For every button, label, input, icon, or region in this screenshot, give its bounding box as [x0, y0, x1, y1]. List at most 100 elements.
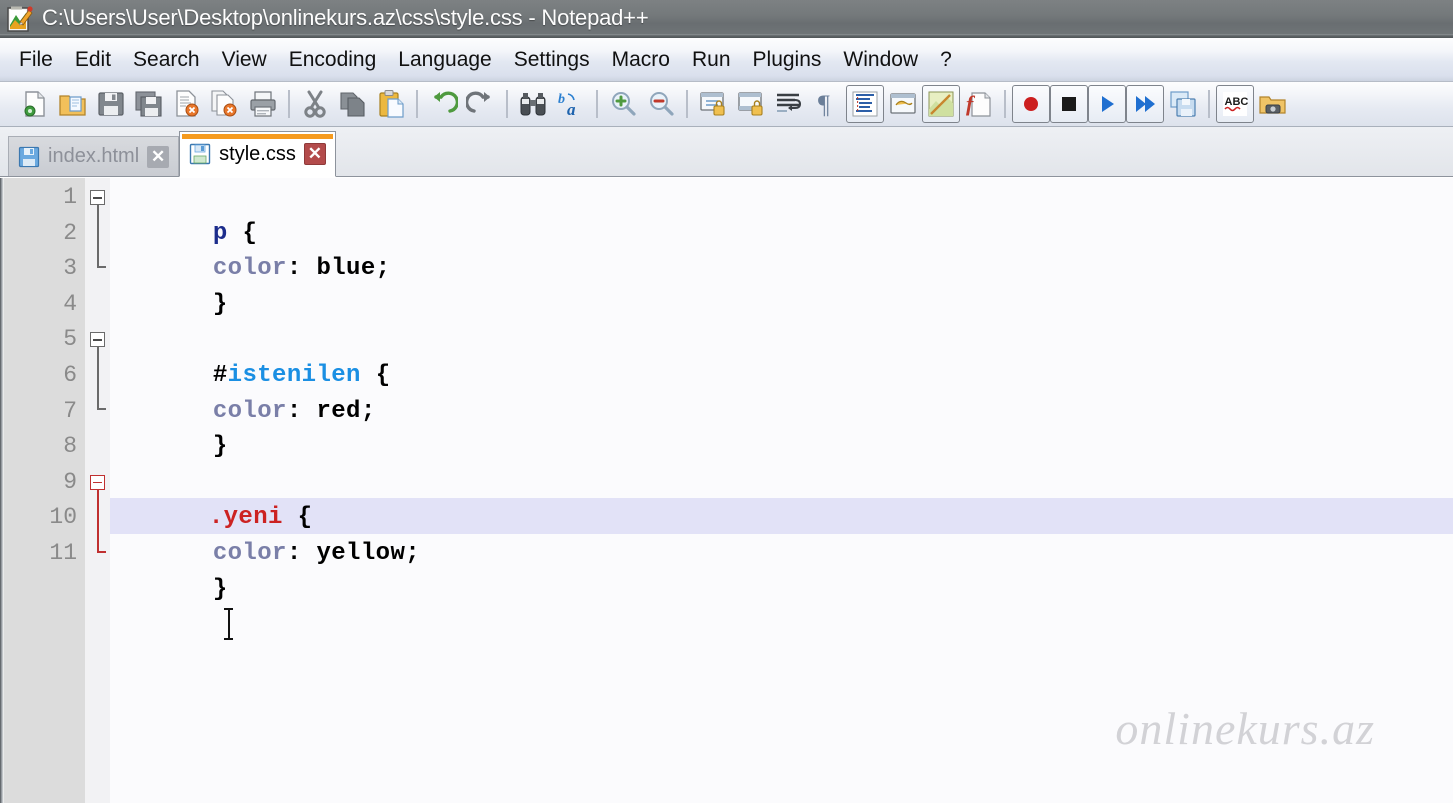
title-bar: C:\Users\User\Desktop\onlinekurs.az\css\…: [0, 0, 1453, 38]
editor-left-edge: [0, 178, 4, 803]
token: {: [375, 361, 391, 389]
svg-text:b: b: [558, 92, 565, 107]
redo-arrow-icon[interactable]: [462, 85, 500, 123]
svg-text:a: a: [567, 100, 576, 119]
floppy-disk-icon: [18, 146, 40, 168]
menu-encoding[interactable]: Encoding: [278, 46, 388, 74]
fold-connector-1: [97, 205, 99, 266]
notepad-plus-plus-window: C:\Users\User\Desktop\onlinekurs.az\css\…: [0, 0, 1453, 803]
line-number: 10: [49, 504, 77, 531]
close-all-files-icon[interactable]: [206, 85, 244, 123]
play-macro-icon[interactable]: [1088, 85, 1126, 123]
toolbar-separator: [506, 90, 508, 118]
close-x-icon[interactable]: ✕: [147, 145, 170, 168]
copy-icon[interactable]: [334, 85, 372, 123]
menu-language[interactable]: Language: [387, 46, 502, 74]
stop-macro-icon[interactable]: [1050, 85, 1088, 123]
zoom-out-icon[interactable]: [642, 85, 680, 123]
line-number: 7: [63, 397, 77, 424]
fold-foot-1: [97, 266, 106, 268]
open-folder-icon[interactable]: [54, 85, 92, 123]
token: yellow: [316, 539, 406, 567]
function-list-icon[interactable]: f: [960, 85, 998, 123]
record-macro-icon[interactable]: [1012, 85, 1050, 123]
user-defined-dialog-icon[interactable]: [884, 85, 922, 123]
line-number: 3: [63, 255, 77, 282]
run-multiple-macro-icon[interactable]: [1126, 85, 1164, 123]
token: :: [286, 539, 317, 567]
token: blue: [316, 255, 376, 283]
sync-vertical-scroll-icon[interactable]: [694, 85, 732, 123]
menu-file[interactable]: File: [8, 46, 64, 74]
notepad-plus-plus-icon: [6, 5, 33, 33]
save-icon[interactable]: [92, 85, 130, 123]
toolbar-separator: [1004, 90, 1006, 118]
mouse-text-cursor-icon: [224, 608, 233, 640]
line-number: 11: [49, 540, 77, 566]
toolbar-separator: [596, 90, 598, 118]
menu-bar: File Edit Search View Encoding Language …: [0, 38, 1453, 82]
show-all-chars-pilcrow-icon[interactable]: ¶: [808, 85, 846, 123]
new-file-icon[interactable]: [16, 85, 54, 123]
line-number: 5: [63, 326, 77, 353]
fold-marker-collapse-line-9[interactable]: [90, 474, 105, 490]
zoom-in-icon[interactable]: [604, 85, 642, 123]
toolbar: b a ¶ f ABC: [0, 82, 1453, 127]
menu-settings[interactable]: Settings: [503, 46, 601, 74]
floppy-disk-icon: [189, 143, 211, 165]
print-icon[interactable]: [244, 85, 282, 123]
paste-clipboard-icon[interactable]: [372, 85, 410, 123]
find-binoculars-icon[interactable]: [514, 85, 552, 123]
menu-run[interactable]: Run: [681, 46, 742, 74]
indent-guide-icon[interactable]: [846, 85, 884, 123]
save-all-icon[interactable]: [130, 85, 168, 123]
run-external-icon[interactable]: [1254, 85, 1292, 123]
menu-edit[interactable]: Edit: [64, 46, 122, 74]
token: }: [212, 290, 228, 318]
toolbar-separator: [686, 90, 688, 118]
fold-marker-collapse-line-1[interactable]: [90, 190, 105, 205]
toolbar-separator: [416, 90, 418, 118]
fold-foot-2: [97, 408, 106, 411]
tab-bar: index.html ✕ style.css ✕: [0, 127, 1453, 177]
token: :: [286, 397, 317, 425]
line-number: 4: [63, 290, 77, 317]
svg-text:¶: ¶: [818, 90, 830, 119]
sync-horizontal-scroll-icon[interactable]: [732, 85, 770, 123]
code-editor[interactable]: 1 2 3 4 5 6 7 8 9 10 11 p { color: blue;…: [0, 177, 1453, 803]
line-number: 2: [63, 219, 77, 246]
spell-check-abc-icon[interactable]: ABC: [1216, 85, 1254, 123]
save-macro-icon[interactable]: [1164, 85, 1202, 123]
menu-window[interactable]: Window: [832, 46, 929, 74]
menu-plugins[interactable]: Plugins: [742, 46, 833, 74]
replace-icon[interactable]: b a: [552, 85, 590, 123]
close-x-icon[interactable]: ✕: [303, 143, 326, 165]
watermark-text: onlinekurs.az: [1115, 703, 1375, 754]
tab-style-css[interactable]: style.css ✕: [179, 131, 336, 177]
cut-scissors-icon[interactable]: [296, 85, 334, 123]
toolbar-separator: [1208, 90, 1210, 118]
token: }: [212, 575, 228, 603]
close-file-icon[interactable]: [168, 85, 206, 123]
fold-connector-2: [97, 347, 99, 409]
tab-index-html[interactable]: index.html ✕: [8, 136, 180, 176]
fold-foot-3: [97, 550, 106, 553]
line-number: 6: [63, 362, 77, 388]
fold-marker-collapse-line-5[interactable]: [90, 332, 105, 348]
toolbar-separator: [288, 90, 290, 118]
menu-help[interactable]: ?: [929, 46, 963, 74]
token: ;: [360, 397, 376, 425]
line-number: 1: [63, 184, 77, 210]
menu-view[interactable]: View: [211, 46, 278, 74]
document-map-icon[interactable]: [922, 85, 960, 123]
fold-connector-3: [97, 489, 99, 551]
undo-arrow-icon[interactable]: [424, 85, 462, 123]
token: }: [212, 433, 228, 461]
code-line-11: }: [124, 536, 228, 643]
window-title: C:\Users\User\Desktop\onlinekurs.az\css\…: [42, 5, 649, 30]
menu-macro[interactable]: Macro: [601, 46, 681, 74]
line-number: 9: [63, 468, 77, 495]
menu-search[interactable]: Search: [122, 46, 211, 74]
tab-label: index.html: [48, 145, 140, 167]
word-wrap-icon[interactable]: [770, 85, 808, 123]
